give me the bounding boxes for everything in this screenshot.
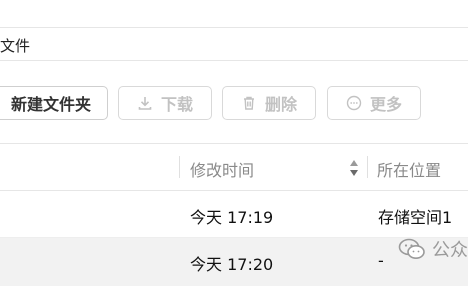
sort-icon[interactable]: [348, 157, 360, 179]
new-folder-button[interactable]: 新建文件夹: [0, 86, 108, 120]
new-folder-label: 新建文件夹: [10, 95, 91, 114]
more-icon: [346, 95, 362, 111]
watermark-text: 公众: [432, 240, 468, 261]
column-header-location[interactable]: 所在位置: [377, 157, 441, 181]
column-divider: [179, 156, 180, 178]
column-header-modified[interactable]: 修改时间: [190, 157, 254, 181]
download-icon: [138, 97, 152, 110]
delete-button[interactable]: 删除: [222, 86, 316, 120]
toolbar: 新建文件夹 下载 删除 更多: [0, 86, 468, 122]
file-manager-view: 文件 新建文件夹 下载 删除 更多 修改时间 所在位置 今天 17:19 存储空…: [0, 0, 468, 286]
download-label: 下载: [160, 95, 193, 114]
table-header: 修改时间 所在位置: [0, 143, 468, 191]
trash-icon: [243, 96, 254, 110]
top-strip: [0, 0, 468, 28]
wechat-icon: [398, 238, 425, 259]
location-cell: 存储空间1: [378, 208, 453, 227]
download-button[interactable]: 下载: [118, 86, 212, 120]
page-title: 文件: [0, 37, 31, 55]
modified-time-cell: 今天 17:19: [190, 208, 274, 227]
modified-time-cell: 今天 17:20: [190, 255, 274, 274]
watermark: 公众: [398, 236, 468, 262]
more-label: 更多: [369, 95, 402, 114]
delete-label: 删除: [264, 95, 297, 114]
location-cell: -: [378, 251, 384, 270]
more-button[interactable]: 更多: [327, 86, 421, 120]
table-row[interactable]: 今天 17:19 存储空间1: [0, 191, 468, 238]
path-title-row: 文件: [0, 28, 468, 61]
column-divider: [367, 156, 368, 178]
